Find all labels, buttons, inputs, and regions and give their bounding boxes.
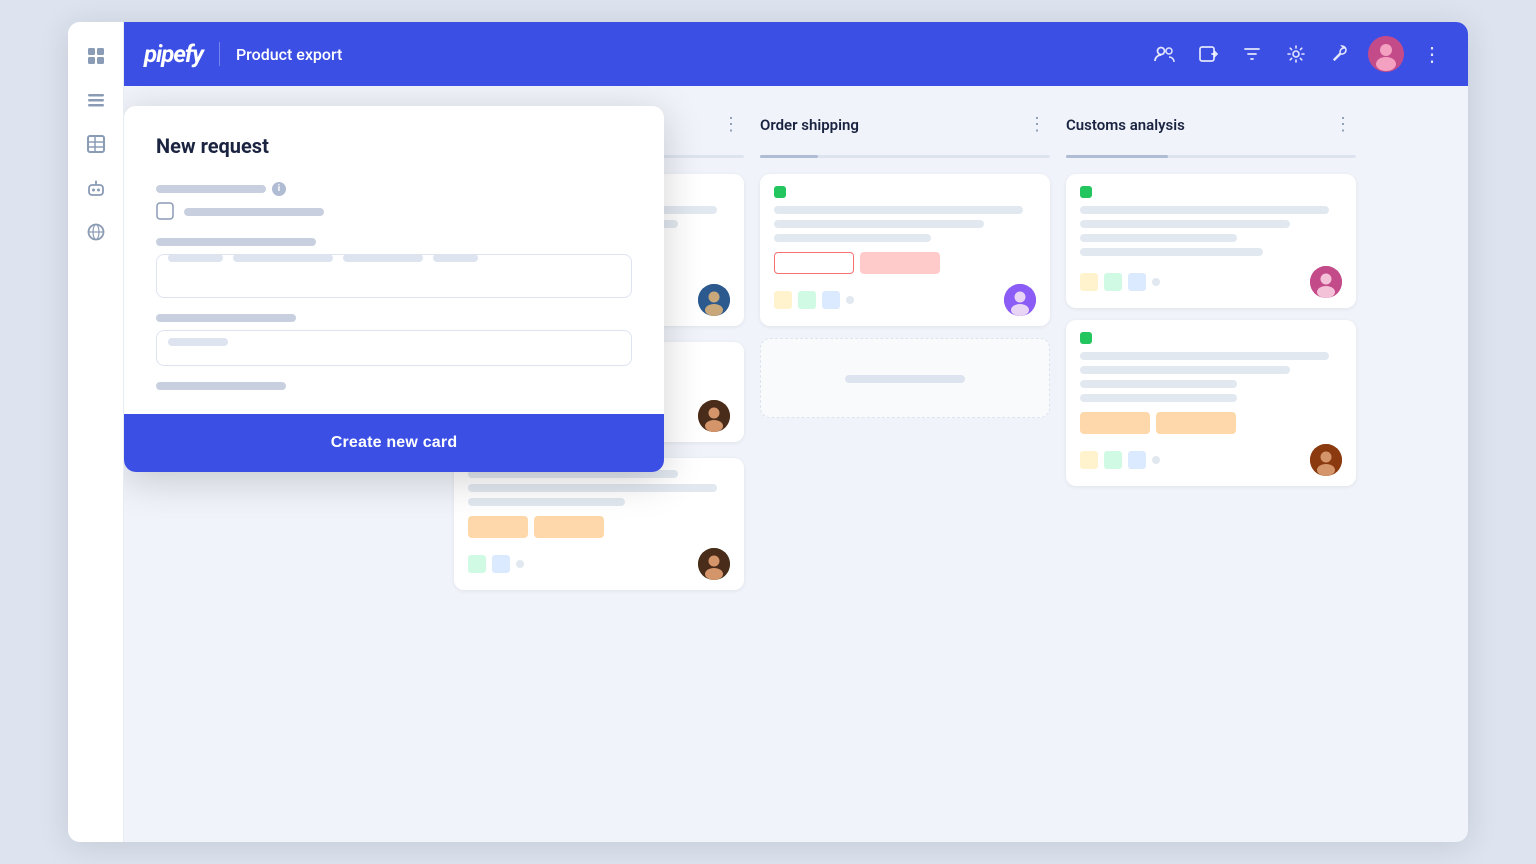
column-customs-analysis: Customs analysis ⋮: [1066, 110, 1356, 826]
column-order-shipping: Order shipping ⋮: [760, 110, 1050, 826]
card-avatar-os-1: [1004, 284, 1036, 316]
form-input-main[interactable]: [156, 254, 632, 298]
main-content: pipefy Product export: [124, 22, 1468, 842]
card-os-1[interactable]: [760, 174, 1050, 326]
card-avatar-ca-1: [1310, 266, 1342, 298]
card-avatar-ca-2: [1310, 444, 1342, 476]
card-footer-ec-3: [468, 548, 730, 580]
header-title: Product export: [236, 45, 342, 64]
form-row-1: i: [156, 182, 632, 222]
sidebar-item-bot[interactable]: [78, 170, 114, 206]
info-icon-1: i: [272, 182, 286, 196]
header-divider: [219, 42, 220, 66]
form-bottom-label: [156, 382, 286, 390]
sidebar-item-table[interactable]: [78, 126, 114, 162]
column-title-customs-analysis: Customs analysis: [1066, 116, 1322, 134]
app-header: pipefy Product export: [124, 22, 1468, 86]
column-progress-order-shipping: [760, 155, 1050, 158]
form-label-1: [156, 185, 266, 193]
modal-footer: Create new card: [124, 414, 664, 472]
column-progress-customs-analysis: [1066, 155, 1356, 158]
card-os-empty: [760, 338, 1050, 418]
column-menu-order-shipping[interactable]: ⋮: [1024, 110, 1050, 139]
user-avatar[interactable]: [1368, 36, 1404, 72]
header-actions: ⋮: [1148, 36, 1448, 72]
card-ec-3[interactable]: [454, 458, 744, 590]
create-new-card-button[interactable]: Create new card: [331, 434, 458, 452]
form-input-secondary[interactable]: [156, 330, 632, 366]
sidebar: [68, 22, 124, 842]
form-row-3: [156, 314, 632, 366]
card-avatar-ec-2: [698, 400, 730, 432]
more-options-icon[interactable]: ⋮: [1416, 38, 1448, 70]
sidebar-item-list[interactable]: [78, 82, 114, 118]
form-label-2: [156, 238, 316, 246]
board-area: Export order + ⋮: [124, 86, 1468, 842]
settings-icon[interactable]: [1280, 38, 1312, 70]
enter-icon[interactable]: [1192, 38, 1224, 70]
sidebar-item-globe[interactable]: [78, 214, 114, 250]
wrench-icon[interactable]: [1324, 38, 1356, 70]
modal-body: New request i: [124, 106, 664, 414]
column-title-order-shipping: Order shipping: [760, 116, 1016, 134]
card-footer-ca-1: [1080, 266, 1342, 298]
new-request-modal: New request i: [124, 106, 664, 472]
form-label-3: [156, 314, 296, 322]
sidebar-item-grid[interactable]: [78, 38, 114, 74]
column-menu-export-clearance[interactable]: ⋮: [718, 110, 744, 139]
attach-icon: [156, 202, 176, 222]
card-footer-ca-2: [1080, 444, 1342, 476]
card-footer-os-1: [774, 284, 1036, 316]
card-ca-1[interactable]: [1066, 174, 1356, 308]
users-icon[interactable]: [1148, 38, 1180, 70]
form-row-2: [156, 238, 632, 298]
column-header-order-shipping: Order shipping ⋮: [760, 110, 1050, 143]
app-logo: pipefy: [144, 40, 203, 68]
filter-icon[interactable]: [1236, 38, 1268, 70]
card-avatar-ec-3: [698, 548, 730, 580]
card-ca-2[interactable]: [1066, 320, 1356, 486]
column-menu-customs-analysis[interactable]: ⋮: [1330, 110, 1356, 139]
column-header-customs-analysis: Customs analysis ⋮: [1066, 110, 1356, 143]
card-avatar-ec-1: [698, 284, 730, 316]
modal-title: New request: [156, 134, 632, 158]
